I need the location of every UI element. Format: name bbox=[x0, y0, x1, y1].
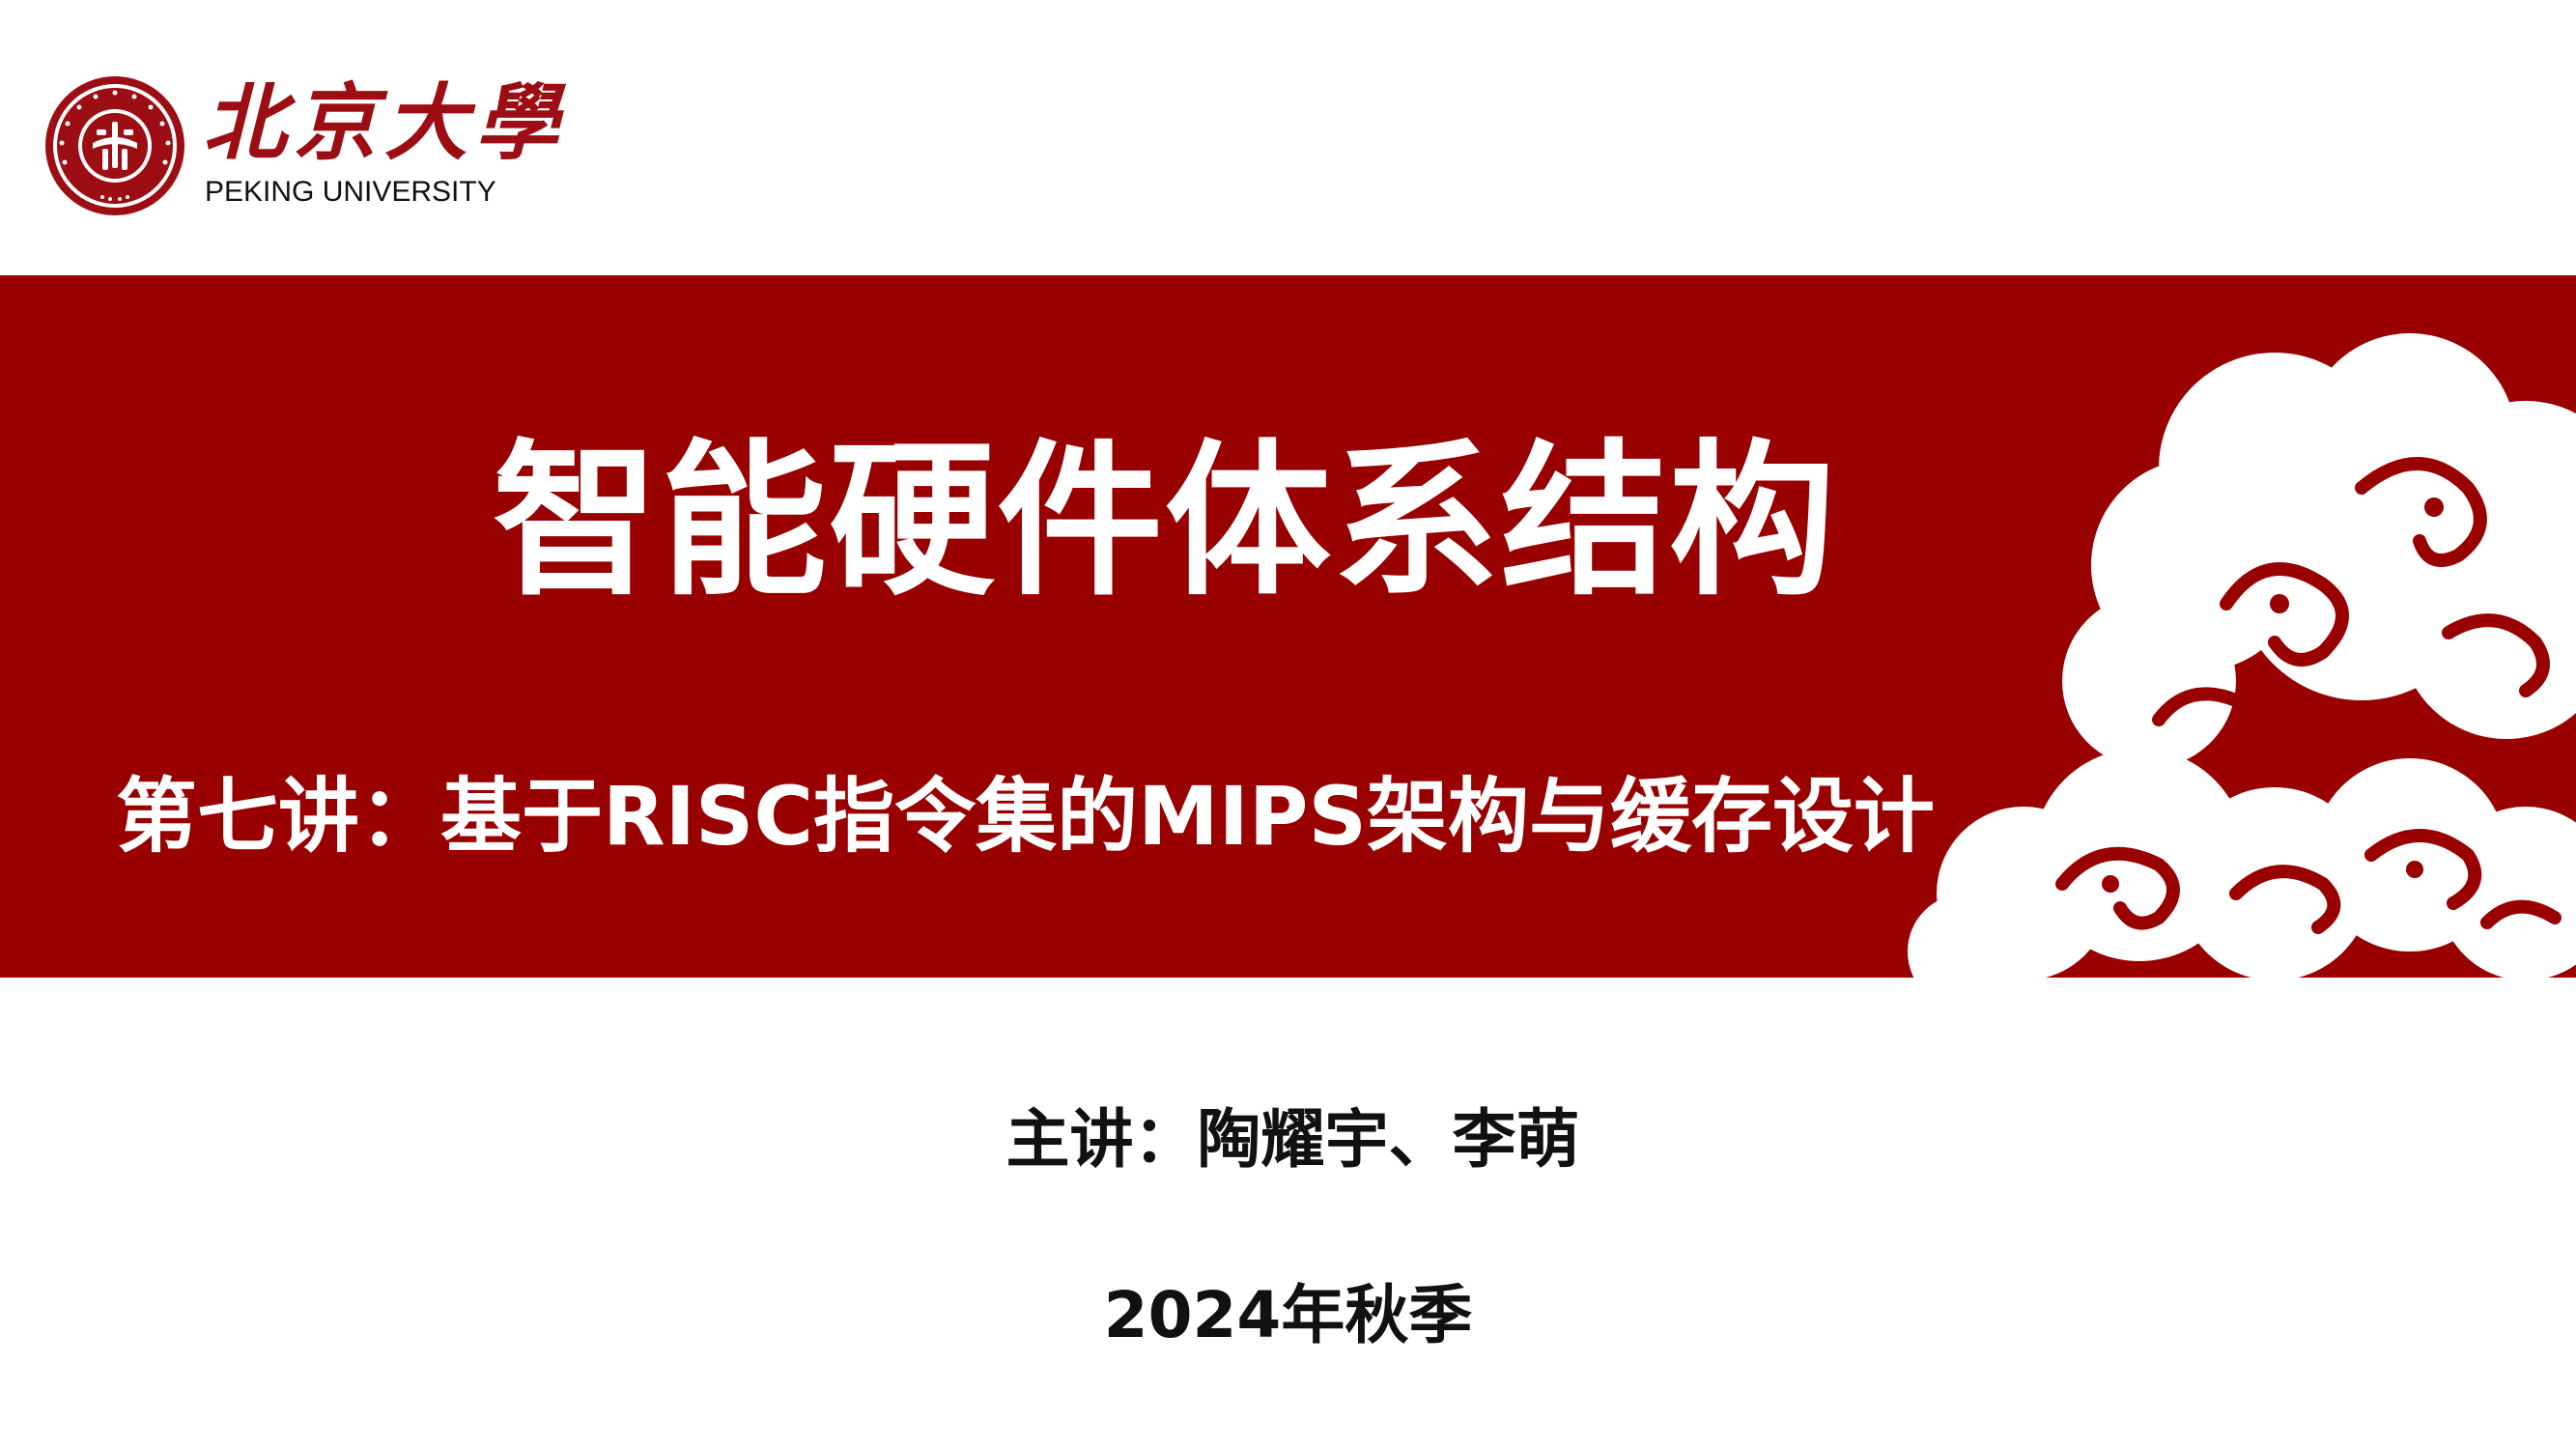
university-logo: 北京大學 PEKING UNIVERSITY bbox=[42, 73, 558, 218]
slide-subtitle: 第七讲：基于RISC指令集的MIPS架构与缓存设计 bbox=[116, 769, 1935, 864]
logo-chinese-name: 北京大學 bbox=[203, 74, 566, 172]
title-banner: 智能硬件体系结构 第七讲：基于RISC指令集的MIPS架构与缓存设计 bbox=[0, 275, 2576, 978]
presenters-line: 主讲：陶耀宇、李萌 bbox=[1005, 1102, 1580, 1177]
term-line: 2024年秋季 bbox=[1103, 1278, 1473, 1352]
slide-title: 智能硬件体系结构 bbox=[493, 424, 1837, 618]
auspicious-cloud-decoration bbox=[1908, 333, 2576, 978]
university-seal-icon bbox=[45, 76, 184, 215]
title-slide: 北京大學 PEKING UNIVERSITY 智能硬件体系结构 第七讲：基于RI… bbox=[0, 0, 2576, 1449]
logo-english-name: PEKING UNIVERSITY bbox=[205, 176, 496, 208]
